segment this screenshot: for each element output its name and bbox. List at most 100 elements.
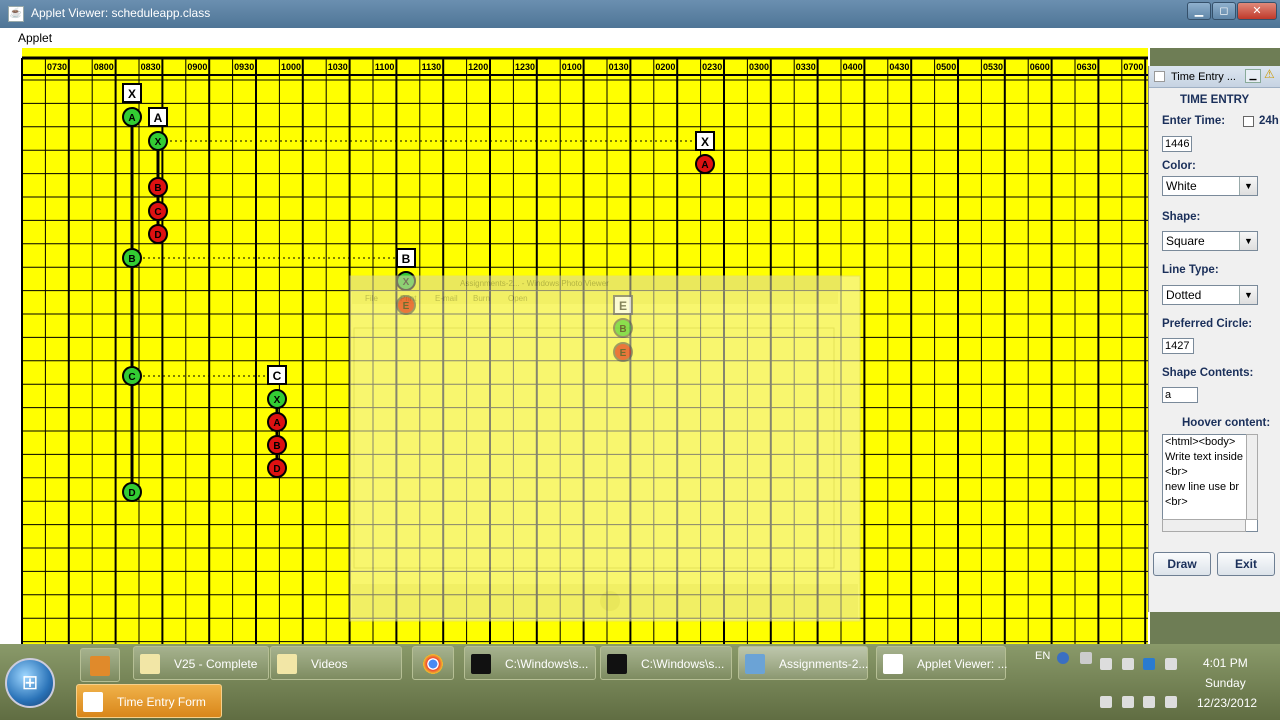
square-node[interactable]: B — [396, 248, 416, 268]
minimize-button[interactable]: ▁ — [1187, 2, 1211, 20]
time-entry-titlebar[interactable]: Time Entry ... ▁ ⚠ — [1149, 66, 1280, 88]
line-type-select[interactable]: Dotted ▼ — [1162, 285, 1258, 305]
menu-bar: Applet — [0, 28, 1280, 48]
color-select[interactable]: White ▼ — [1162, 176, 1258, 196]
time-label: 0730 — [47, 62, 67, 72]
hover-line: <html><body> — [1165, 436, 1236, 448]
overlay-menu-burn: Burn — [473, 294, 490, 303]
24h-checkbox[interactable] — [1243, 116, 1254, 127]
taskbar-item-label: Videos — [311, 657, 348, 671]
time-input[interactable]: 1446 — [1162, 136, 1192, 152]
enter-time-label: Enter Time: — [1162, 115, 1226, 127]
maximize-button[interactable]: ◻ — [1212, 2, 1236, 20]
flag-icon[interactable] — [1122, 658, 1134, 670]
language-indicator[interactable]: EN — [1035, 650, 1050, 662]
circle-node[interactable]: A — [267, 412, 287, 432]
time-label: 0500 — [936, 62, 956, 72]
circle-label: D — [273, 464, 280, 475]
circle-label: E — [403, 301, 410, 312]
circle-node[interactable]: A — [122, 107, 142, 127]
color-select-value: White — [1166, 179, 1197, 193]
schedule-canvas[interactable]: 0730 0800 0830 0900 0930 1000 1030 1100 1130 1200… — [0, 48, 1150, 644]
menu-applet[interactable]: Applet — [18, 31, 52, 45]
textarea-horizontal-scrollbar[interactable] — [1162, 519, 1246, 532]
circle-node[interactable]: D — [122, 482, 142, 502]
media-player-icon[interactable] — [80, 648, 120, 682]
overlay-menu-open: Open — [508, 294, 528, 303]
taskbar-item-videos[interactable]: Videos — [270, 646, 402, 680]
applet-titlebar[interactable]: ☕ Applet Viewer: scheduleapp.class ▁ ◻ ✕ — [0, 0, 1280, 28]
circle-node[interactable]: C — [122, 366, 142, 386]
circle-label: D — [128, 488, 135, 499]
java-icon — [883, 654, 903, 674]
battery-icon[interactable] — [1122, 696, 1134, 708]
taskbar-item-photo-viewer[interactable]: Assignments-2... — [738, 646, 868, 680]
taskbar-item-time-entry[interactable]: Time Entry Form — [76, 684, 222, 718]
square-label: E — [619, 299, 627, 313]
circle-node[interactable]: D — [148, 224, 168, 244]
time-label: 0530 — [983, 62, 1003, 72]
bluetooth-icon[interactable] — [1143, 658, 1155, 670]
circle-node[interactable]: D — [267, 458, 287, 478]
taskbar-item-cmd[interactable]: C:\Windows\s... — [600, 646, 732, 680]
circle-node[interactable]: B — [267, 435, 287, 455]
keyboard-icon[interactable] — [1080, 652, 1092, 664]
circle-node[interactable]: C — [148, 201, 168, 221]
circle-node[interactable]: X — [148, 131, 168, 151]
taskbar-item-label: Assignments-2... — [779, 657, 869, 671]
taskbar-item-applet-viewer[interactable]: Applet Viewer: ... — [876, 646, 1008, 680]
square-node[interactable]: C — [267, 365, 287, 385]
time-label: 0330 — [796, 62, 816, 72]
time-label: 0930 — [234, 62, 254, 72]
help-icon[interactable] — [1057, 652, 1069, 664]
media-player-icon — [90, 656, 110, 676]
chevron-down-icon[interactable]: ▼ — [1239, 232, 1257, 250]
printer-icon[interactable] — [1100, 696, 1112, 708]
square-label: C — [273, 369, 282, 383]
circle-node[interactable]: X — [267, 389, 287, 409]
time-label: 0230 — [702, 62, 722, 72]
square-node[interactable]: X — [695, 131, 715, 151]
circle-node[interactable]: B — [148, 177, 168, 197]
chevron-down-icon[interactable]: ▼ — [1239, 177, 1257, 195]
volume-icon[interactable] — [1165, 696, 1177, 708]
overlay-menu-email: E-mail — [435, 294, 458, 303]
exit-button[interactable]: Exit — [1217, 552, 1275, 576]
draw-button[interactable]: Draw — [1153, 552, 1211, 576]
preferred-circle-input[interactable]: 1427 — [1162, 338, 1194, 354]
circle-label: A — [128, 113, 135, 124]
circle-node[interactable]: A — [695, 154, 715, 174]
clock-time[interactable]: 4:01 PM — [1203, 656, 1248, 670]
start-button[interactable]: ⊞ — [5, 658, 55, 708]
display-icon[interactable] — [1165, 658, 1177, 670]
textarea-vertical-scrollbar[interactable] — [1246, 434, 1258, 520]
time-label: 0130 — [609, 62, 629, 72]
close-button[interactable]: ✕ — [1237, 2, 1277, 20]
wifi-icon[interactable] — [1143, 696, 1155, 708]
circle-label: E — [620, 348, 627, 359]
photo-viewer-icon — [745, 654, 765, 674]
hover-content-label: Hoover content: — [1182, 417, 1271, 429]
square-node[interactable]: X — [122, 83, 142, 103]
network-icon[interactable] — [1100, 658, 1112, 670]
chevron-down-icon[interactable]: ▼ — [1239, 286, 1257, 304]
circle-label: X — [155, 137, 162, 148]
shape-select[interactable]: Square ▼ — [1162, 231, 1258, 251]
circle-label: B — [128, 254, 135, 265]
shape-contents-input[interactable]: a — [1162, 387, 1198, 403]
square-node[interactable]: A — [148, 107, 168, 127]
time-label: 1100 — [375, 62, 395, 72]
time-label: 0630 — [1077, 62, 1097, 72]
shape-contents-label: Shape Contents: — [1162, 367, 1254, 379]
taskbar-item-chrome[interactable] — [412, 646, 454, 680]
circle-label: D — [154, 230, 161, 241]
circle-node[interactable]: B — [122, 248, 142, 268]
taskbar-item-label: Applet Viewer: ... — [917, 657, 1008, 671]
taskbar-item-folder[interactable]: V25 - Complete — [133, 646, 269, 680]
time-entry-minimize-button[interactable]: ▁ — [1245, 69, 1261, 83]
circle-label: A — [701, 160, 708, 171]
taskbar-item-cmd[interactable]: C:\Windows\s... — [464, 646, 596, 680]
java-icon — [83, 692, 103, 712]
taskbar-item-label: C:\Windows\s... — [641, 657, 725, 671]
hover-content-textarea[interactable]: <html><body> Write text inside <br> new … — [1162, 434, 1258, 532]
